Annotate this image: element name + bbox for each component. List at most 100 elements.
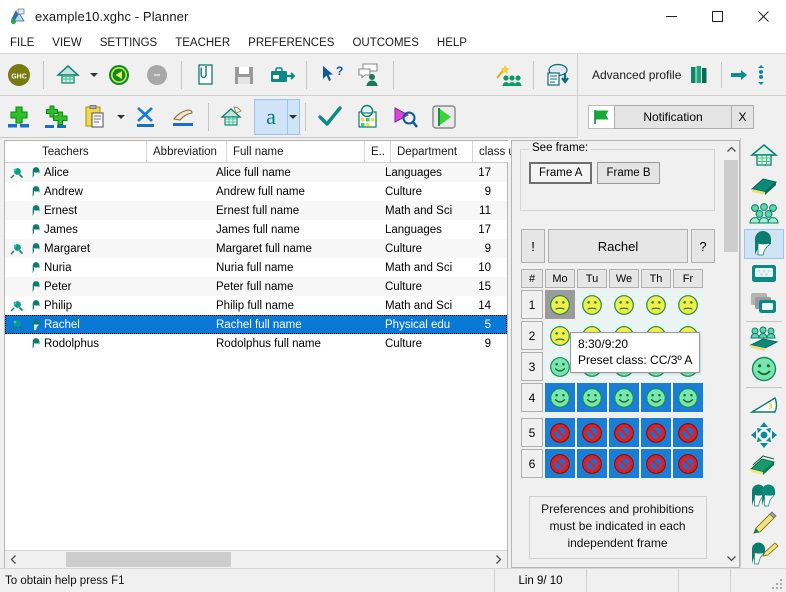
grid-cell-fr-6[interactable]: [673, 449, 703, 478]
rail-edit-head-icon[interactable]: [744, 539, 784, 568]
rail-books2-icon[interactable]: [744, 450, 784, 479]
save-button[interactable]: [227, 57, 261, 93]
clipboard-paste-button[interactable]: [78, 99, 112, 135]
add-row-button[interactable]: [2, 99, 36, 135]
grid-cell-fr-1[interactable]: [673, 290, 703, 319]
column-header-e[interactable]: E..: [365, 141, 391, 162]
rail-students-icon[interactable]: [744, 199, 784, 228]
grid-day-header-mo[interactable]: Mo: [545, 269, 575, 288]
grid-cell-we-6[interactable]: [609, 449, 639, 478]
rail-class-group-icon[interactable]: [744, 324, 784, 354]
row-pin-icon[interactable]: [5, 318, 25, 332]
school-write-button[interactable]: [216, 99, 250, 135]
text-a-dropdown-caret[interactable]: [287, 98, 300, 135]
hscroll-track[interactable]: [22, 550, 490, 568]
maximize-button[interactable]: [694, 0, 740, 32]
rail-move-icon[interactable]: [744, 420, 784, 450]
hscroll-left-arrow[interactable]: [5, 550, 22, 568]
grid-period-number[interactable]: 2: [521, 321, 543, 350]
grid-cell-fr-5[interactable]: [673, 418, 703, 447]
menu-teacher[interactable]: TEACHER: [175, 35, 239, 51]
column-header-full-name[interactable]: Full name: [227, 141, 365, 162]
paste-dropdown-caret[interactable]: [114, 99, 127, 135]
minimize-button[interactable]: [648, 0, 694, 32]
column-header-department[interactable]: Department: [391, 141, 473, 162]
rail-faces-icon[interactable]: [744, 480, 784, 509]
grid-cell-mo-1[interactable]: [545, 290, 575, 319]
rail-angle-icon[interactable]: [744, 391, 784, 420]
grid-cell-tu-1[interactable]: [577, 290, 607, 319]
grid-cell-fr-4[interactable]: [673, 383, 703, 412]
grid-cell-mo-4[interactable]: [545, 383, 575, 412]
table-row[interactable]: Philip Philip full name Math and Sci 14: [5, 296, 507, 315]
search-grid-button[interactable]: [351, 99, 385, 135]
profile-stepper-icon[interactable]: [756, 64, 766, 86]
rail-smiley-icon[interactable]: [744, 354, 784, 384]
help-cursor-button[interactable]: ?: [314, 57, 348, 93]
add-multiple-rows-button[interactable]: [40, 99, 74, 135]
table-row[interactable]: Nuria Nuria full name Math and Sci 10: [5, 258, 507, 277]
chat-person-button[interactable]: [352, 57, 386, 93]
table-row[interactable]: Ernest Ernest full name Math and Sci 11: [5, 201, 507, 220]
table-row[interactable]: Alice Alice full name Languages 17: [5, 163, 507, 182]
rail-teacher-icon[interactable]: [743, 228, 784, 259]
hscroll-right-arrow[interactable]: [490, 550, 507, 568]
grid-cell-we-5[interactable]: [609, 418, 639, 447]
menu-outcomes[interactable]: OUTCOMES: [352, 35, 427, 51]
hand-edit-button[interactable]: [167, 99, 201, 135]
rail-pencil-icon[interactable]: [744, 509, 784, 538]
menu-preferences[interactable]: PREFERENCES: [248, 35, 343, 51]
home-school-button[interactable]: [51, 57, 85, 93]
side-panel-vertical-scrollbar[interactable]: [723, 140, 740, 568]
grid-cell-tu-5[interactable]: [577, 418, 607, 447]
grid-cell-tu-6[interactable]: [577, 449, 607, 478]
table-row[interactable]: Andrew Andrew full name Culture 9: [5, 182, 507, 201]
notification-button[interactable]: Notification: [614, 105, 732, 129]
briefcase-export-button[interactable]: [265, 57, 299, 93]
home-dropdown-caret[interactable]: [87, 57, 100, 93]
menu-settings[interactable]: SETTINGS: [100, 35, 167, 51]
attach-document-button[interactable]: [189, 57, 223, 93]
menu-view[interactable]: VIEW: [52, 35, 90, 51]
table-row[interactable]: Margaret Margaret full name Culture 9: [5, 239, 507, 258]
grid-cell-th-6[interactable]: [641, 449, 671, 478]
vscroll-track[interactable]: [723, 158, 739, 550]
arrow-right-icon[interactable]: [730, 66, 748, 84]
cut-scissors-button[interactable]: [129, 99, 163, 135]
vscroll-down-arrow[interactable]: [723, 550, 739, 567]
frame-a-button[interactable]: Frame A: [529, 162, 593, 184]
row-pin-icon[interactable]: [5, 166, 25, 180]
menu-help[interactable]: HELP: [437, 35, 476, 51]
column-header-icon[interactable]: [25, 141, 42, 162]
grid-period-number[interactable]: 6: [521, 449, 543, 478]
magnifier-pink-button[interactable]: [389, 99, 423, 135]
grid-day-header-fr[interactable]: Fr: [673, 269, 703, 288]
grid-cell-th-5[interactable]: [641, 418, 671, 447]
grid-day-header-tu[interactable]: Tu: [577, 269, 607, 288]
table-row[interactable]: Rachel Rachel full name Physical edu 5: [5, 315, 507, 334]
row-pin-icon[interactable]: [5, 299, 25, 313]
vscroll-thumb[interactable]: [724, 160, 738, 252]
grid-period-number[interactable]: 5: [521, 418, 543, 447]
grid-cell-mo-5[interactable]: [545, 418, 575, 447]
table-row[interactable]: Rodolphus Rodolphus full name Culture 9: [5, 334, 507, 353]
rail-home-icon[interactable]: [744, 140, 784, 170]
close-button[interactable]: [740, 0, 786, 32]
cloud-report-button[interactable]: [541, 57, 575, 93]
grid-period-number[interactable]: 3: [521, 352, 543, 381]
table-row[interactable]: Peter Peter full name Culture 15: [5, 277, 507, 296]
grid-cell-we-1[interactable]: [609, 290, 639, 319]
grid-cell-th-1[interactable]: [641, 290, 671, 319]
grid-cell-mo-6[interactable]: [545, 449, 575, 478]
warning-button[interactable]: !: [521, 229, 545, 263]
back-button[interactable]: [102, 57, 136, 93]
grid-cell-we-4[interactable]: [609, 383, 639, 412]
grid-period-number[interactable]: 4: [521, 383, 543, 412]
notification-close-button[interactable]: X: [732, 105, 754, 129]
ghc-logo-button[interactable]: GHC: [2, 57, 36, 93]
menu-file[interactable]: FILE: [10, 35, 43, 51]
check-validate-button[interactable]: [313, 99, 347, 135]
grid-period-number[interactable]: 1: [521, 290, 543, 319]
grid-cell-tu-4[interactable]: [577, 383, 607, 412]
help-button[interactable]: ?: [691, 229, 715, 263]
